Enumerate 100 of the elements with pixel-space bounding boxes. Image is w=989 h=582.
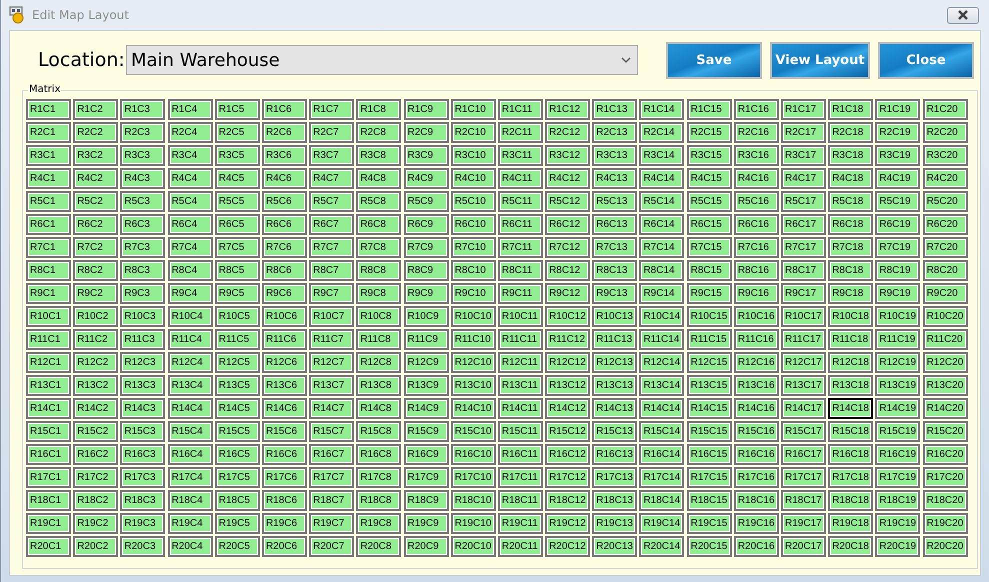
matrix-cell-button[interactable]: R18C6 — [262, 490, 307, 511]
matrix-cell-button[interactable]: R5C2 — [73, 191, 118, 212]
matrix-cell-button[interactable]: R12C11 — [498, 352, 543, 373]
matrix-cell-button[interactable]: R6C13 — [592, 214, 638, 235]
matrix-cell-button[interactable]: R9C15 — [686, 283, 732, 304]
matrix-cell-button[interactable]: R20C10 — [450, 536, 496, 557]
matrix-cell-button[interactable]: R5C20 — [922, 191, 968, 212]
matrix-cell-button[interactable]: R13C19 — [875, 375, 920, 396]
matrix-cell-button[interactable]: R18C17 — [781, 490, 826, 511]
matrix-cell-button[interactable]: R18C10 — [450, 490, 496, 511]
matrix-cell-button[interactable]: R2C4 — [168, 122, 213, 143]
matrix-cell-button[interactable]: R14C20 — [922, 398, 968, 419]
matrix-cell-button[interactable]: R7C8 — [356, 237, 402, 258]
matrix-cell-button[interactable]: R3C8 — [356, 145, 402, 166]
matrix-cell-button[interactable]: R19C10 — [450, 513, 496, 534]
matrix-cell-button[interactable]: R15C16 — [734, 421, 779, 442]
matrix-cell-button[interactable]: R2C12 — [545, 122, 590, 143]
matrix-cell-button[interactable]: R19C20 — [922, 513, 968, 534]
matrix-cell-button[interactable]: R16C5 — [214, 444, 260, 465]
matrix-cell-button[interactable]: R1C17 — [781, 99, 826, 120]
matrix-cell-button[interactable]: R5C13 — [592, 191, 638, 212]
save-button[interactable]: Save — [666, 42, 762, 78]
matrix-cell-button[interactable]: R18C3 — [120, 490, 166, 511]
matrix-cell-button[interactable]: R16C12 — [545, 444, 590, 465]
matrix-cell-button[interactable]: R10C4 — [168, 306, 213, 327]
matrix-cell-button[interactable]: R15C4 — [168, 421, 213, 442]
matrix-cell-button[interactable]: R10C11 — [498, 306, 543, 327]
matrix-cell-button[interactable]: R17C1 — [26, 467, 71, 488]
matrix-cell-button[interactable]: R13C3 — [120, 375, 166, 396]
matrix-cell-button[interactable]: R15C20 — [922, 421, 968, 442]
matrix-cell-button[interactable]: R17C7 — [309, 467, 354, 488]
matrix-cell-button[interactable]: R1C4 — [168, 99, 213, 120]
matrix-cell-button[interactable]: R10C9 — [404, 306, 448, 327]
matrix-cell-button[interactable]: R11C2 — [73, 329, 118, 350]
matrix-cell-button[interactable]: R5C12 — [545, 191, 590, 212]
matrix-cell-button[interactable]: R7C5 — [214, 237, 260, 258]
matrix-cell-button[interactable]: R20C16 — [734, 536, 779, 557]
matrix-cell-button[interactable]: R12C2 — [73, 352, 118, 373]
matrix-cell-button[interactable]: R14C6 — [262, 398, 307, 419]
matrix-cell-button[interactable]: R8C14 — [639, 260, 684, 281]
matrix-cell-button[interactable]: R2C15 — [686, 122, 732, 143]
matrix-cell-button[interactable]: R3C11 — [498, 145, 543, 166]
matrix-cell-button[interactable]: R6C12 — [545, 214, 590, 235]
matrix-cell-button[interactable]: R5C17 — [781, 191, 826, 212]
matrix-cell-button[interactable]: R7C3 — [120, 237, 166, 258]
location-dropdown[interactable]: Main Warehouse — [126, 45, 638, 75]
matrix-cell-button[interactable]: R13C1 — [26, 375, 71, 396]
matrix-cell-button[interactable]: R5C1 — [26, 191, 71, 212]
matrix-cell-button[interactable]: R5C4 — [168, 191, 213, 212]
matrix-cell-button[interactable]: R1C2 — [73, 99, 118, 120]
matrix-cell-button[interactable]: R5C9 — [404, 191, 448, 212]
matrix-cell-button[interactable]: R2C1 — [26, 122, 71, 143]
matrix-cell-button[interactable]: R8C11 — [498, 260, 543, 281]
matrix-cell-button[interactable]: R13C10 — [450, 375, 496, 396]
matrix-cell-button[interactable]: R8C13 — [592, 260, 638, 281]
matrix-cell-button[interactable]: R10C16 — [734, 306, 779, 327]
matrix-cell-button[interactable]: R6C2 — [73, 214, 118, 235]
matrix-cell-button[interactable]: R2C6 — [262, 122, 307, 143]
matrix-cell-button[interactable]: R9C4 — [168, 283, 213, 304]
matrix-cell-button[interactable]: R17C4 — [168, 467, 213, 488]
matrix-cell-button[interactable]: R17C18 — [828, 467, 874, 488]
matrix-cell-button[interactable]: R17C6 — [262, 467, 307, 488]
matrix-cell-button[interactable]: R9C20 — [922, 283, 968, 304]
matrix-cell-button[interactable]: R19C17 — [781, 513, 826, 534]
matrix-cell-button[interactable]: R16C4 — [168, 444, 213, 465]
matrix-cell-button[interactable]: R17C16 — [734, 467, 779, 488]
matrix-cell-button[interactable]: R1C13 — [592, 99, 638, 120]
matrix-cell-button[interactable]: R11C13 — [592, 329, 638, 350]
matrix-cell-button[interactable]: R19C5 — [214, 513, 260, 534]
matrix-cell-button[interactable]: R4C4 — [168, 168, 213, 189]
matrix-cell-button[interactable]: R10C10 — [450, 306, 496, 327]
matrix-cell-button[interactable]: R8C17 — [781, 260, 826, 281]
matrix-cell-button[interactable]: R8C9 — [404, 260, 448, 281]
matrix-cell-button[interactable]: R12C19 — [875, 352, 920, 373]
matrix-cell-button[interactable]: R19C9 — [404, 513, 448, 534]
matrix-cell-button[interactable]: R18C7 — [309, 490, 354, 511]
matrix-cell-button[interactable]: R1C20 — [922, 99, 968, 120]
matrix-cell-button[interactable]: R3C16 — [734, 145, 779, 166]
matrix-cell-button[interactable]: R8C16 — [734, 260, 779, 281]
matrix-cell-button[interactable]: R8C2 — [73, 260, 118, 281]
matrix-cell-button[interactable]: R15C19 — [875, 421, 920, 442]
matrix-cell-button[interactable]: R20C11 — [498, 536, 543, 557]
matrix-cell-button[interactable]: R6C9 — [404, 214, 448, 235]
matrix-cell-button[interactable]: R2C2 — [73, 122, 118, 143]
matrix-cell-button[interactable]: R11C18 — [828, 329, 874, 350]
matrix-cell-button[interactable]: R6C4 — [168, 214, 213, 235]
matrix-cell-button[interactable]: R10C15 — [686, 306, 732, 327]
matrix-cell-button[interactable]: R5C8 — [356, 191, 402, 212]
matrix-cell-button[interactable]: R13C4 — [168, 375, 213, 396]
matrix-cell-button[interactable]: R15C15 — [686, 421, 732, 442]
matrix-cell-button[interactable]: R6C18 — [828, 214, 874, 235]
matrix-cell-button[interactable]: R13C13 — [592, 375, 638, 396]
matrix-cell-button[interactable]: R2C5 — [214, 122, 260, 143]
matrix-cell-button[interactable]: R19C3 — [120, 513, 166, 534]
matrix-cell-button[interactable]: R11C9 — [404, 329, 448, 350]
matrix-cell-button[interactable]: R10C20 — [922, 306, 968, 327]
matrix-cell-button[interactable]: R4C8 — [356, 168, 402, 189]
matrix-cell-button[interactable]: R16C13 — [592, 444, 638, 465]
matrix-cell-button[interactable]: R9C13 — [592, 283, 638, 304]
matrix-cell-button[interactable]: R14C11 — [498, 398, 543, 419]
